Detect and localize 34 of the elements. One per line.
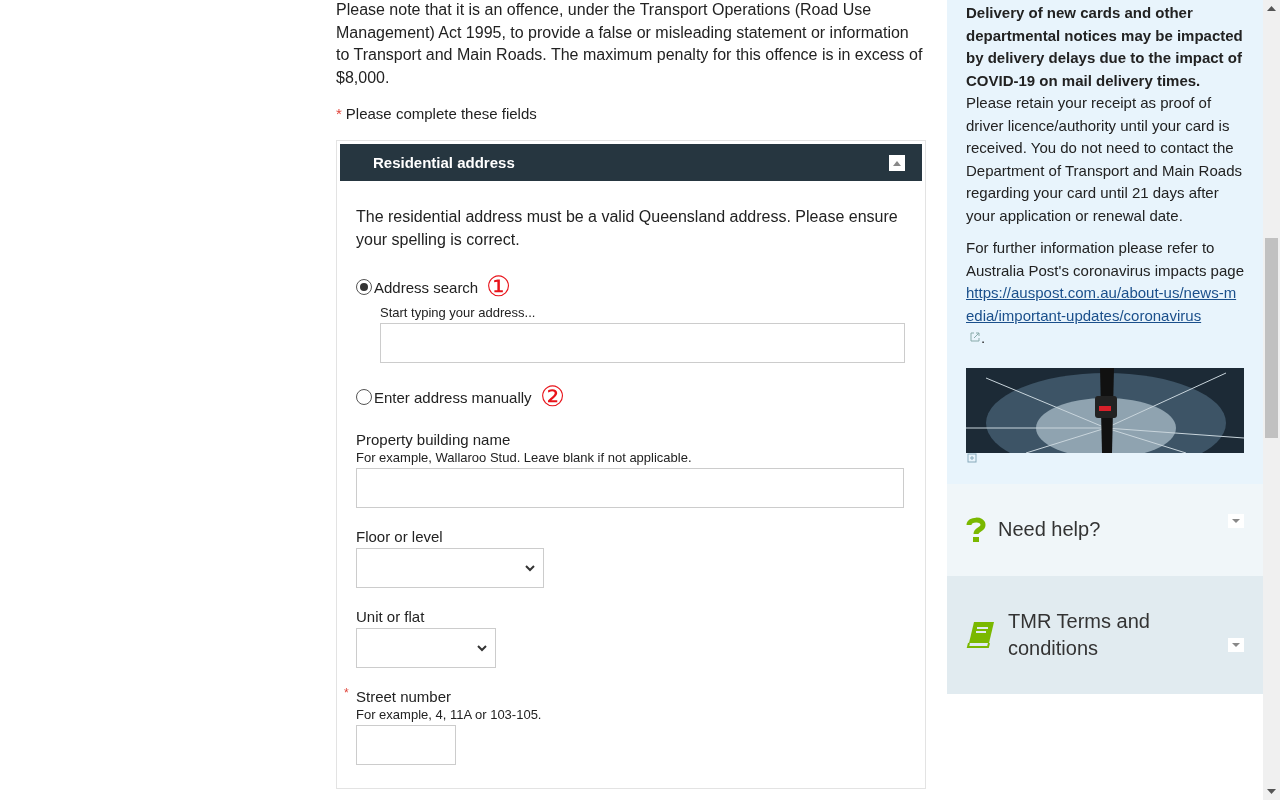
delivery-notice: Delivery of new cards and other departmental notices may be impacted by delivery delays due to the impact of COVID-19 on mail delivery times. Please retain your receipt as proof of driver licence/authority until your card is received. You do not need to contact the Department of Transport and Main Roads regarding your card until 21 days after your application or renewal date. (966, 3, 1244, 226)
expand-icon[interactable] (966, 451, 978, 464)
question-mark-icon (966, 516, 986, 543)
intro-text: The residential address must be a valid Queensland address. Please ensure your spelling is correct. (356, 207, 899, 250)
option-label[interactable]: Address search (374, 278, 479, 296)
expand-toggle[interactable] (1228, 637, 1244, 652)
legal-notice: Please note that it is an offence, under the Transport Operations (Road Use Management) Act 1995, to provide a false or misleading statement or information to Transport and Main Roads. The maximum penalty for this offence is in excess of $8,000. (336, 0, 924, 88)
scrollbar[interactable] (1263, 0, 1280, 800)
required-mark: * (344, 686, 349, 700)
info-text: For further information please refer to Australia Post's coronavirus impacts page https://auspost.com.au/about-us/news-media/important-updates/coronavirus . (966, 238, 1244, 348)
chevron-down-icon (525, 564, 535, 572)
panel-title: Residential address (373, 154, 515, 171)
required-note: * Please complete these fields (336, 105, 538, 122)
field-label: Street number (356, 688, 453, 705)
field-label: Floor or level (356, 528, 444, 545)
field-hint: For example, 4, 11A or 103-105. (356, 707, 543, 722)
chevron-down-icon (477, 644, 487, 652)
accordion-header[interactable]: Need help? (947, 483, 1263, 576)
annotation-number: ② (539, 383, 565, 411)
book-icon (966, 620, 996, 649)
field-label: Property building name (356, 431, 512, 448)
field-label: Unit or flat (356, 608, 426, 625)
auspost-link[interactable]: https://auspost.com.au/about-us/news-media/important-updates/coronavirus (966, 282, 1244, 327)
annotation-number: ① (486, 273, 512, 301)
text-field[interactable] (356, 725, 456, 765)
text-field[interactable] (356, 468, 904, 508)
address-search-field[interactable] (380, 323, 905, 363)
collapse-toggle[interactable] (889, 154, 905, 171)
option-label[interactable]: Enter address manually (374, 388, 532, 406)
accordion-header[interactable]: TMR Terms and conditions (947, 575, 1263, 694)
expand-toggle[interactable] (1228, 513, 1244, 528)
field-label: Start typing your address... (380, 305, 537, 320)
field-hint: For example, Wallaroo Stud. Leave blank if not applicable. (356, 450, 693, 465)
external-link-icon (969, 331, 981, 343)
